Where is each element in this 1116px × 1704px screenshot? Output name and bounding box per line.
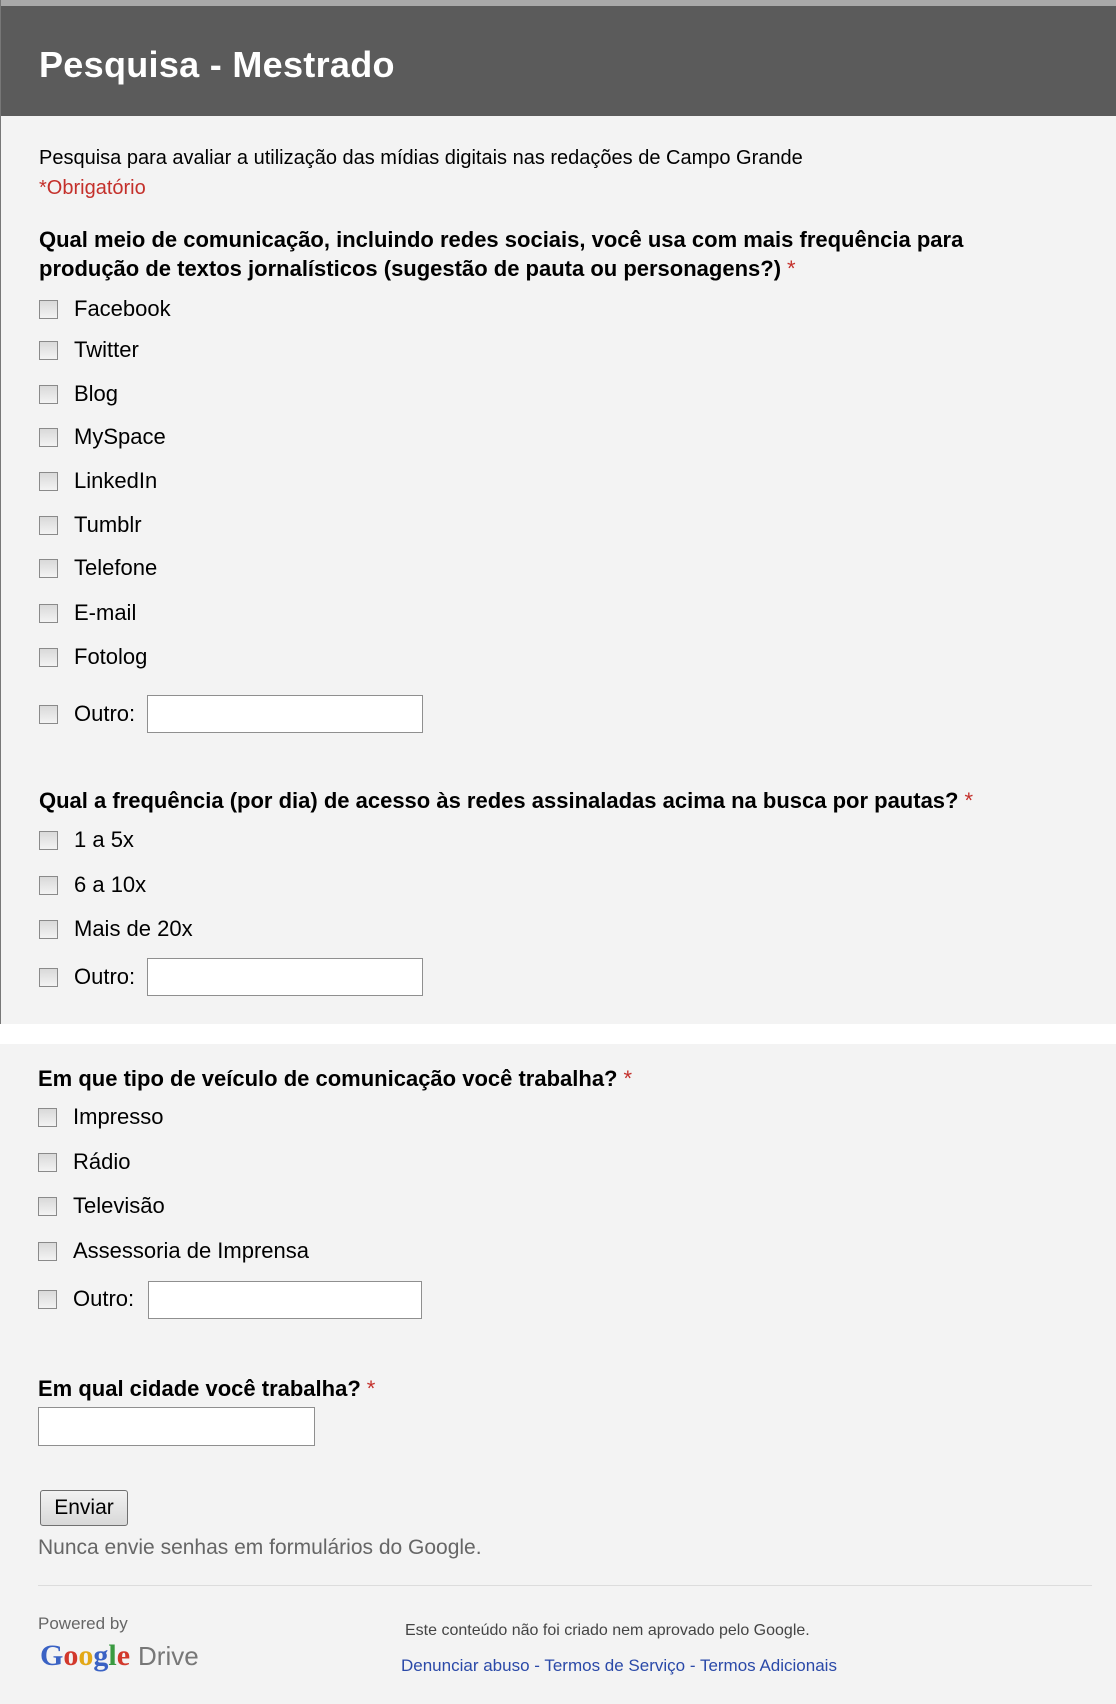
form-description: Pesquisa para avaliar a utilização das m…	[39, 147, 803, 169]
additional-terms-link[interactable]: Termos Adicionais	[700, 1656, 837, 1675]
question-1-line-2: produção de textos jornalísticos (sugest…	[39, 256, 782, 281]
option-email[interactable]: E-mail	[39, 600, 136, 626]
option-blog[interactable]: Blog	[39, 381, 118, 407]
footer-links: Denunciar abuso - Termos de Serviço - Te…	[401, 1656, 837, 1676]
checkbox[interactable]	[39, 967, 58, 987]
logo-letter: g	[93, 1639, 109, 1672]
checkbox[interactable]	[39, 340, 58, 360]
checkbox[interactable]	[39, 830, 58, 850]
option-label: Blog	[74, 381, 119, 406]
option-outro[interactable]: Outro:	[38, 1286, 134, 1312]
checkbox[interactable]	[39, 603, 58, 623]
checkbox[interactable]	[39, 647, 58, 667]
option-label: 6 a 10x	[74, 872, 147, 897]
option-televisao[interactable]: Televisão	[38, 1193, 165, 1219]
powered-by-label: Powered by	[38, 1614, 128, 1633]
option-fotolog[interactable]: Fotolog	[39, 644, 147, 670]
checkbox[interactable]	[39, 471, 58, 491]
question-2-label: Qual a frequência (por dia) de acesso às…	[39, 786, 973, 815]
checkbox[interactable]	[39, 299, 58, 319]
checkbox[interactable]	[38, 1152, 57, 1172]
checkbox[interactable]	[39, 427, 58, 447]
question-3-text: Em que tipo de veículo de comunicação vo…	[38, 1066, 618, 1091]
checkbox[interactable]	[39, 558, 58, 578]
required-star: *	[787, 256, 796, 281]
required-star: *	[964, 788, 974, 813]
option-outro[interactable]: Outro:	[39, 964, 135, 990]
option-label: Assessoria de Imprensa	[73, 1238, 309, 1263]
question-4-text: Em qual cidade você trabalha?	[38, 1376, 361, 1401]
drive-wordmark: Drive	[138, 1641, 199, 1671]
option-outro[interactable]: Outro:	[39, 701, 135, 727]
option-label: E-mail	[74, 600, 137, 625]
option-1-a-5x[interactable]: 1 a 5x	[39, 827, 134, 853]
question-2-text: Qual a frequência (por dia) de acesso às…	[39, 788, 959, 813]
google-wordmark: Google	[40, 1639, 130, 1673]
logo-letter: G	[40, 1639, 64, 1672]
outro-input[interactable]	[147, 695, 423, 733]
link-separator: -	[529, 1656, 545, 1675]
option-impresso[interactable]: Impresso	[38, 1104, 163, 1130]
option-linkedin[interactable]: LinkedIn	[39, 468, 157, 494]
disclaimer: Este conteúdo não foi criado nem aprovad…	[405, 1622, 810, 1639]
logo-letter: e	[116, 1639, 131, 1672]
option-telefone[interactable]: Telefone	[39, 555, 157, 581]
option-label: Twitter	[74, 337, 139, 362]
option-label: Fotolog	[74, 644, 148, 669]
option-label: Outro:	[74, 964, 136, 989]
option-label: Telefone	[74, 555, 158, 580]
option-label: Rádio	[73, 1149, 131, 1174]
checkbox[interactable]	[39, 384, 58, 404]
checkbox[interactable]	[38, 1289, 57, 1309]
option-label: Impresso	[73, 1104, 164, 1129]
submit-button[interactable]: Enviar	[40, 1490, 128, 1526]
option-radio[interactable]: Rádio	[38, 1149, 130, 1175]
checkbox[interactable]	[39, 919, 58, 939]
password-warning: Nunca envie senhas em formulários do Goo…	[38, 1536, 482, 1559]
checkbox[interactable]	[38, 1107, 57, 1127]
option-label: Televisão	[73, 1193, 165, 1218]
required-star: *	[623, 1066, 633, 1091]
logo-letter: o	[78, 1639, 94, 1672]
question-3-label: Em que tipo de veículo de comunicação vo…	[38, 1064, 632, 1093]
form-header: Pesquisa - Mestrado	[1, 6, 1116, 116]
outro-input[interactable]	[147, 958, 423, 996]
option-label: Tumblr	[74, 512, 142, 537]
checkbox[interactable]	[39, 704, 58, 724]
checkbox[interactable]	[39, 515, 58, 535]
option-label: Facebook	[74, 296, 171, 321]
terms-of-service-link[interactable]: Termos de Serviço	[544, 1656, 685, 1675]
question-1-label: Qual meio de comunicação, incluindo rede…	[39, 225, 963, 283]
google-drive-logo[interactable]: Google Drive	[40, 1639, 199, 1673]
option-assessoria-de-imprensa[interactable]: Assessoria de Imprensa	[38, 1238, 309, 1264]
form-title: Pesquisa - Mestrado	[39, 44, 395, 85]
option-twitter[interactable]: Twitter	[39, 337, 139, 363]
question-1-line-1: Qual meio de comunicação, incluindo rede…	[39, 227, 964, 252]
option-6-a-10x[interactable]: 6 a 10x	[39, 872, 146, 898]
footer-divider	[38, 1585, 1092, 1586]
option-facebook[interactable]: Facebook	[39, 296, 171, 322]
logo-letter: o	[63, 1639, 79, 1672]
option-mais-de-20x[interactable]: Mais de 20x	[39, 916, 193, 942]
city-input[interactable]	[38, 1407, 315, 1446]
logo-letter: l	[108, 1639, 117, 1672]
required-note: *Obrigatório	[39, 177, 146, 199]
option-label: LinkedIn	[74, 468, 158, 493]
link-separator: -	[685, 1656, 700, 1675]
option-tumblr[interactable]: Tumblr	[39, 512, 142, 538]
option-label: 1 a 5x	[74, 827, 134, 852]
option-label: Outro:	[74, 701, 136, 726]
option-label: MySpace	[74, 424, 166, 449]
question-4-label: Em qual cidade você trabalha? *	[38, 1374, 375, 1403]
checkbox[interactable]	[38, 1241, 57, 1261]
outro-input[interactable]	[148, 1281, 422, 1319]
option-label: Mais de 20x	[74, 916, 193, 941]
form-panel-top: Pesquisa - Mestrado Pesquisa para avalia…	[0, 0, 1116, 1024]
option-myspace[interactable]: MySpace	[39, 424, 166, 450]
option-label: Outro:	[73, 1286, 135, 1311]
required-star: *	[366, 1376, 376, 1401]
checkbox[interactable]	[38, 1196, 57, 1216]
report-abuse-link[interactable]: Denunciar abuso	[401, 1656, 530, 1675]
checkbox[interactable]	[39, 875, 58, 895]
